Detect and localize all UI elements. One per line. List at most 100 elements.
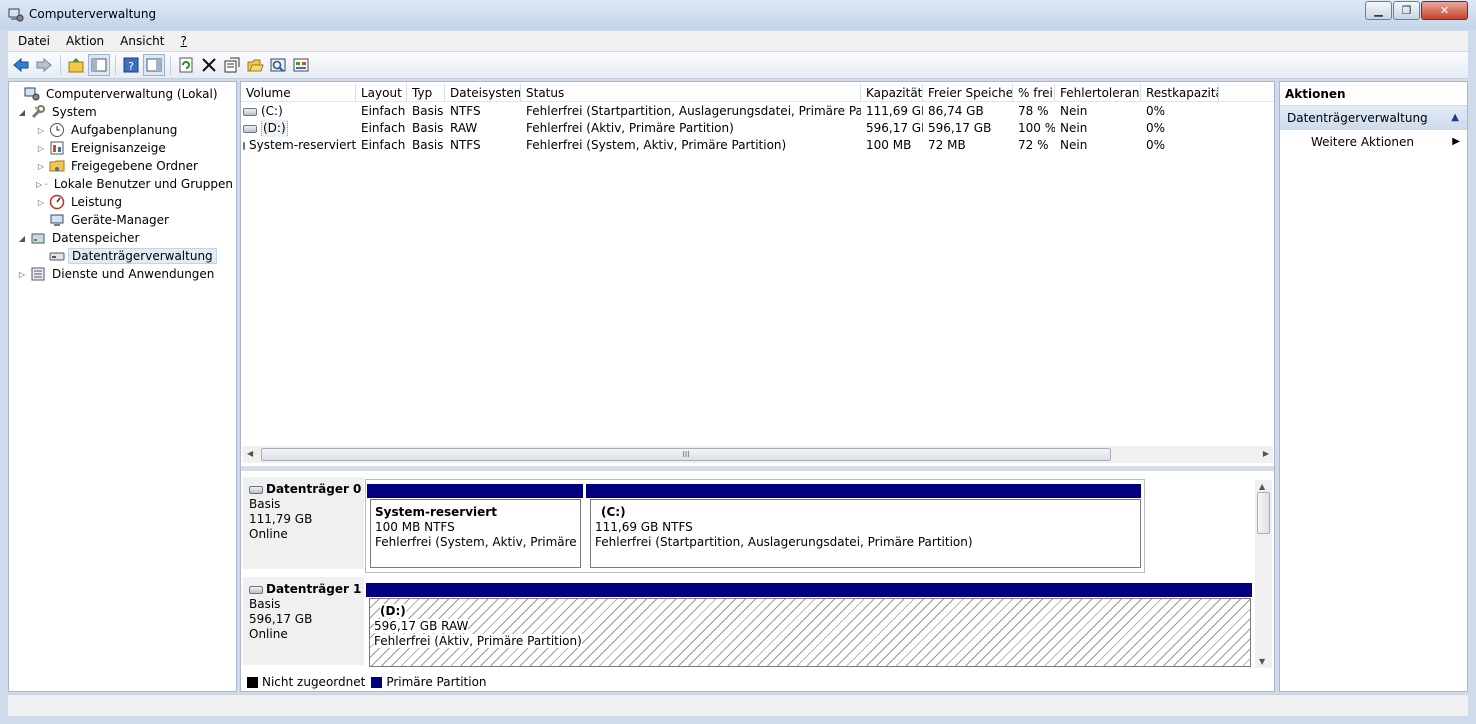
tree-item-label: Datenspeicher <box>52 231 140 245</box>
services-icon <box>31 267 45 281</box>
minimize-button[interactable]: ▁ <box>1365 1 1392 20</box>
column-header-free-space[interactable]: Freier Speicher <box>923 84 1013 102</box>
actions-section-disk-management[interactable]: Datenträgerverwaltung ▲ <box>1280 106 1467 130</box>
show-hide-tree-button[interactable] <box>88 54 110 76</box>
tree-item-task-scheduler[interactable]: ▷ Aufgabenplanung <box>9 121 236 139</box>
scroll-right-icon[interactable]: ▶ <box>1263 449 1269 458</box>
collapse-up-icon[interactable]: ▲ <box>1451 106 1459 130</box>
rescan-disks-button[interactable] <box>267 54 289 76</box>
scrollbar-thumb[interactable] <box>1257 492 1270 534</box>
tree-item-label: Geräte-Manager <box>71 213 169 227</box>
expand-arrow-icon[interactable]: ▷ <box>36 126 46 135</box>
back-button[interactable] <box>10 54 32 76</box>
table-row[interactable]: (C:) Einfach Basis NTFS Fehlerfrei (Star… <box>241 103 1274 120</box>
column-header-layout[interactable]: Layout <box>356 84 407 102</box>
collapse-arrow-icon[interactable]: ◢ <box>17 108 27 117</box>
menu-aktion[interactable]: Aktion <box>58 34 112 48</box>
column-header-filesystem[interactable]: Dateisystem <box>445 84 521 102</box>
tree-item-root[interactable]: Computerverwaltung (Lokal) <box>9 85 236 103</box>
up-folder-button[interactable] <box>65 54 87 76</box>
tree-item-device-manager[interactable]: Geräte-Manager <box>9 211 236 229</box>
legend-swatch-unallocated <box>247 676 258 688</box>
minimize-icon: ▁ <box>1374 4 1383 17</box>
menu-datei[interactable]: Datei <box>10 34 58 48</box>
menu-ansicht[interactable]: Ansicht <box>112 34 172 48</box>
disk-1-info[interactable]: Datenträger 1 Basis 596,17 GB Online <box>243 577 364 665</box>
tree-item-label: System <box>52 105 97 119</box>
tree-item-disk-management[interactable]: Datenträgerverwaltung <box>9 247 236 265</box>
tree-item-system[interactable]: ◢ System <box>9 103 236 121</box>
open-button[interactable] <box>244 54 266 76</box>
table-row[interactable]: System-reserviert Einfach Basis NTFS Feh… <box>241 137 1274 154</box>
column-header-status[interactable]: Status <box>521 84 861 102</box>
disk-state: Online <box>249 627 288 641</box>
column-header-volume[interactable]: Volume <box>241 84 356 102</box>
maximize-button[interactable]: ❐ <box>1393 1 1420 20</box>
toolbar: ? <box>8 52 1468 79</box>
tree-item-local-users[interactable]: ▷ Lokale Benutzer und Gruppen <box>9 175 236 193</box>
tree-item-performance[interactable]: ▷ Leistung <box>9 193 236 211</box>
disk-management-icon <box>49 252 65 261</box>
delete-button[interactable] <box>198 54 220 76</box>
column-header-fault-tolerance[interactable]: Fehlertoleranz <box>1055 84 1141 102</box>
scroll-left-icon[interactable]: ◀ <box>247 449 253 458</box>
primary-partition-bar <box>366 583 1252 597</box>
tree-item-services[interactable]: ▷ Dienste und Anwendungen <box>9 265 236 283</box>
actions-header: Aktionen <box>1280 82 1467 106</box>
tree-item-label: Ereignisanzeige <box>71 141 166 155</box>
disk-0-partitions: System-reserviert 100 MB NTFS Fehlerfrei… <box>365 479 1145 573</box>
column-header-percent-free[interactable]: % frei <box>1013 84 1055 102</box>
refresh-icon <box>179 57 193 73</box>
expand-arrow-icon[interactable]: ▷ <box>36 180 42 189</box>
disk-0-info[interactable]: Datenträger 0 Basis 111,79 GB Online <box>243 477 364 569</box>
performance-icon <box>49 194 65 210</box>
properties-icon <box>224 57 240 73</box>
partition-d[interactable]: (D:) 596,17 GB RAW Fehlerfrei (Aktiv, Pr… <box>369 598 1251 667</box>
back-icon <box>13 57 29 73</box>
clock-icon <box>50 123 64 137</box>
refresh-button[interactable] <box>175 54 197 76</box>
partition-c[interactable]: (C:) 111,69 GB NTFS Fehlerfrei (Startpar… <box>590 499 1141 568</box>
scrollbar-thumb[interactable]: III <box>261 448 1111 461</box>
table-row[interactable]: (D:) Einfach Basis RAW Fehlerfrei (Aktiv… <box>241 120 1274 137</box>
scroll-down-icon[interactable]: ▼ <box>1259 657 1265 666</box>
vertical-scrollbar[interactable]: ▲ ▼ <box>1255 480 1272 668</box>
primary-partition-bar <box>367 484 583 498</box>
help-button[interactable]: ? <box>120 54 142 76</box>
disk-1-partitions: (D:) 596,17 GB RAW Fehlerfrei (Aktiv, Pr… <box>365 579 1255 671</box>
column-header-capacity[interactable]: Kapazität <box>861 84 923 102</box>
close-button[interactable]: ✕ <box>1421 1 1468 20</box>
tree-item-shared-folders[interactable]: ▷ Freigegebene Ordner <box>9 157 236 175</box>
volume-icon <box>243 107 257 116</box>
tree-item-storage[interactable]: ◢ Datenspeicher <box>9 229 236 247</box>
action-more-actions[interactable]: Weitere Aktionen ▶ <box>1280 130 1467 154</box>
volume-table-header: Volume Layout Typ Dateisystem Status Kap… <box>241 84 1274 102</box>
disk-type: Basis <box>249 597 281 611</box>
collapse-arrow-icon[interactable]: ◢ <box>17 234 27 243</box>
partition-system-reserved[interactable]: System-reserviert 100 MB NTFS Fehlerfrei… <box>370 499 581 568</box>
system-tools-icon <box>31 105 45 119</box>
menu-help[interactable]: ? <box>172 34 194 48</box>
expand-arrow-icon[interactable]: ▷ <box>36 198 46 207</box>
expand-arrow-icon[interactable]: ▷ <box>36 162 46 171</box>
toolbar-separator <box>170 55 171 75</box>
expand-arrow-icon[interactable]: ▷ <box>36 144 46 153</box>
disk-settings-button[interactable] <box>290 54 312 76</box>
disk-state: Online <box>249 527 288 541</box>
disk-name: Datenträger 0 <box>266 482 362 496</box>
expand-arrow-icon[interactable]: ▷ <box>17 270 27 279</box>
disk-icon <box>249 585 263 594</box>
disk-management-pane: Volume Layout Typ Dateisystem Status Kap… <box>240 81 1275 692</box>
open-icon <box>247 59 264 72</box>
forward-button[interactable] <box>33 54 55 76</box>
column-header-overhead[interactable]: Restkapazität <box>1141 84 1219 102</box>
svg-text:?: ? <box>128 60 134 73</box>
properties-button[interactable] <box>221 54 243 76</box>
scroll-up-icon[interactable]: ▲ <box>1259 482 1265 491</box>
legend-label: Nicht zugeordnet <box>262 675 366 689</box>
partition-legend: Nicht zugeordnet Primäre Partition <box>247 674 487 690</box>
show-hide-action-pane-button[interactable] <box>143 54 165 76</box>
horizontal-scrollbar[interactable]: ◀ III ▶ <box>243 446 1273 463</box>
tree-item-event-viewer[interactable]: ▷ Ereignisanzeige <box>9 139 236 157</box>
column-header-type[interactable]: Typ <box>407 84 445 102</box>
